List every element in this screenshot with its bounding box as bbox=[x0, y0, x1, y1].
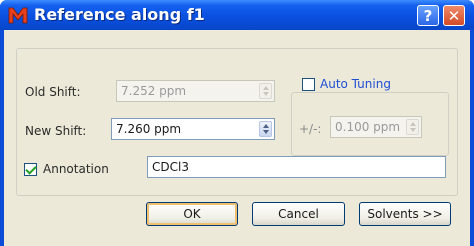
annotation-input[interactable]: CDCl3 bbox=[147, 156, 446, 178]
tolerance-label: +/-: bbox=[299, 122, 322, 136]
spin-down-icon bbox=[263, 92, 269, 96]
window-title: Reference along f1 bbox=[34, 5, 205, 24]
new-shift-spinbox[interactable]: 7.260 ppm bbox=[111, 118, 275, 140]
old-shift-spinbox: 7.252 ppm bbox=[116, 80, 275, 102]
dialog-body: Old Shift: 7.252 ppm New Shift: 7.260 pp… bbox=[4, 30, 470, 246]
spin-up-icon bbox=[410, 122, 416, 126]
ok-button[interactable]: OK bbox=[146, 202, 238, 226]
old-shift-spin-arrows bbox=[259, 83, 272, 99]
tolerance-spin-arrows bbox=[406, 119, 419, 135]
old-shift-value: 7.252 ppm bbox=[121, 84, 187, 98]
help-button[interactable]: ? bbox=[417, 5, 439, 26]
annotation-checkbox[interactable] bbox=[24, 162, 37, 176]
new-shift-value[interactable]: 7.260 ppm bbox=[116, 122, 181, 136]
close-button[interactable]: ✕ bbox=[443, 5, 465, 26]
new-shift-spin-arrows[interactable] bbox=[259, 121, 272, 137]
annotation-value[interactable]: CDCl3 bbox=[152, 160, 189, 174]
old-shift-label: Old Shift: bbox=[25, 85, 81, 99]
m-logo-icon bbox=[8, 7, 28, 24]
solvents-button[interactable]: Solvents >> bbox=[359, 202, 451, 226]
close-icon: ✕ bbox=[447, 6, 461, 25]
auto-tuning-toggle[interactable]: Auto Tuning bbox=[298, 77, 395, 91]
spin-down-icon[interactable] bbox=[263, 130, 269, 134]
tolerance-value: 0.100 ppm bbox=[335, 120, 401, 134]
tolerance-spinbox: 0.100 ppm bbox=[330, 116, 422, 138]
annotation-toggle[interactable]: Annotation bbox=[24, 162, 109, 176]
new-shift-label: New Shift: bbox=[25, 124, 87, 138]
dialog-window: Reference along f1 ? ✕ Old Shift: 7.252 … bbox=[0, 0, 474, 246]
cancel-button[interactable]: Cancel bbox=[252, 202, 345, 226]
help-icon: ? bbox=[423, 6, 433, 25]
spin-up-icon bbox=[263, 86, 269, 90]
spin-down-icon bbox=[410, 128, 416, 132]
annotation-label[interactable]: Annotation bbox=[43, 162, 109, 176]
title-bar[interactable]: Reference along f1 ? ✕ bbox=[0, 0, 474, 30]
auto-tuning-label[interactable]: Auto Tuning bbox=[320, 77, 391, 91]
spin-up-icon[interactable] bbox=[263, 124, 269, 128]
auto-tuning-checkbox[interactable] bbox=[302, 77, 315, 91]
